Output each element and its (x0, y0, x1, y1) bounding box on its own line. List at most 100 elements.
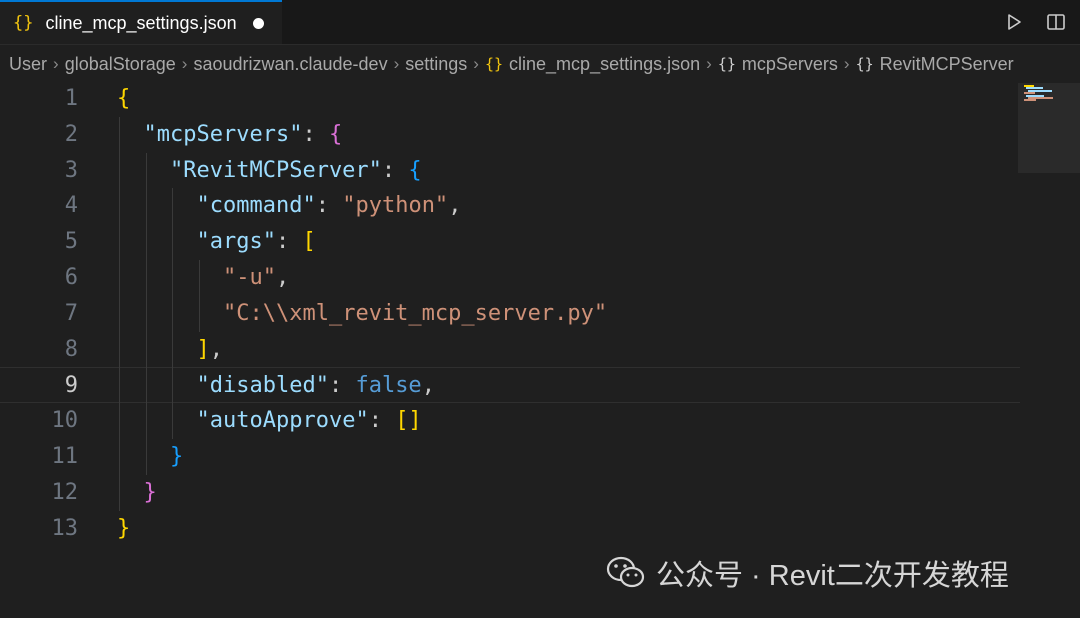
code-line[interactable]: 5 "args": [ (0, 224, 1020, 260)
code-line[interactable]: 6 "-u", (0, 260, 1020, 296)
breadcrumb: User › globalStorage › saoudrizwan.claude-de… (0, 45, 1080, 83)
code-text: "disabled": false, (197, 368, 435, 404)
code-line[interactable]: 11} (0, 439, 1020, 475)
code-line[interactable]: 3 "RevitMCPServer": { (0, 153, 1020, 189)
json-braces-icon: {} (484, 55, 504, 73)
line-number: 9 (64, 373, 78, 399)
code-line[interactable]: 10 "autoApprove": [] (0, 403, 1020, 439)
code-line[interactable]: 9 "disabled": false, (0, 367, 1020, 404)
code-line[interactable]: 1{ (0, 81, 1020, 117)
editor-actions (1000, 8, 1070, 36)
json-braces-icon: {} (855, 55, 874, 73)
indent-guide (119, 224, 120, 260)
code-token: , (448, 193, 462, 219)
breadcrumb-separator-icon: › (706, 54, 712, 73)
code-text: "command": "python", (197, 188, 462, 224)
indent-guide (119, 260, 120, 296)
code-token: "args" (196, 229, 276, 255)
code-text: } (117, 511, 130, 547)
code-token: , (275, 265, 290, 290)
line-number: 4 (64, 193, 78, 219)
code-token: ] (196, 336, 210, 362)
code-token: : (302, 121, 329, 147)
code-line[interactable]: 13} (0, 511, 1020, 547)
code-token: : (275, 229, 303, 255)
indent-guide (119, 188, 120, 225)
breadcrumb-item[interactable]: {} cline_mcp_settings.json (485, 54, 700, 75)
code-line[interactable]: 12} (0, 475, 1020, 511)
indent-guide (172, 188, 173, 225)
breadcrumb-item[interactable]: {} mcpServers (718, 54, 838, 75)
breadcrumb-item[interactable]: {} RevitMCPServer (856, 54, 1014, 75)
breadcrumb-separator-icon: › (53, 54, 59, 73)
breadcrumb-label: saoudrizwan.claude-dev (193, 53, 388, 74)
code-line[interactable]: 8], (0, 332, 1020, 368)
code-token: [] (395, 408, 422, 434)
json-braces-icon: {} (13, 13, 34, 33)
breadcrumb-label: cline_mcp_settings.json (509, 53, 701, 74)
indent-guide (172, 367, 173, 404)
code-token: , (209, 336, 223, 362)
code-line[interactable]: 7 "C:\\xml_revit_mcp_server.py" (0, 296, 1020, 332)
indent-guide (145, 439, 147, 475)
line-number: 13 (51, 515, 79, 541)
code-text: } (144, 475, 157, 511)
breadcrumb-separator-icon: › (393, 54, 400, 73)
indent-guide (119, 152, 120, 189)
json-braces-icon: {} (717, 55, 736, 73)
line-number: 1 (64, 86, 78, 111)
breadcrumb-item[interactable]: saoudrizwan.claude-dev (193, 54, 387, 75)
breadcrumb-label: RevitMCPServer (879, 53, 1014, 74)
unsaved-dot-icon[interactable] (252, 17, 264, 29)
line-number: 6 (64, 265, 78, 290)
indent-guide (119, 295, 120, 332)
code-token: "mcpServers" (143, 121, 303, 147)
minimap-line (1024, 99, 1036, 102)
breadcrumb-item[interactable]: settings (405, 54, 467, 75)
indent-guide (119, 367, 120, 404)
split-editor-icon[interactable] (1042, 8, 1070, 36)
code-text: { (117, 81, 130, 117)
code-token: : (315, 193, 343, 219)
code-token: "RevitMCPServer" (170, 157, 382, 183)
indent-guide (198, 260, 200, 296)
code-editor[interactable]: 1{2 "mcpServers": {3 "RevitMCPServer": {4 "… (0, 83, 1080, 618)
code-token: "-u" (223, 265, 276, 290)
code-text: "mcpServers": { (144, 117, 343, 153)
breadcrumb-separator-icon: › (473, 54, 479, 73)
code-text: "args": [ (197, 224, 316, 260)
indent-guide (145, 224, 147, 260)
code-token: { (408, 157, 422, 183)
code-token: } (143, 479, 157, 505)
indent-guide (119, 403, 120, 439)
watermark: 公众号 · Revit二次开发教程 (606, 552, 1009, 594)
breadcrumb-item[interactable]: globalStorage (65, 54, 176, 75)
code-token: : (328, 373, 356, 399)
tab-cline-mcp-settings[interactable]: {} cline_mcp_settings.json (0, 0, 282, 44)
run-icon[interactable] (1000, 8, 1028, 36)
code-token: } (170, 444, 184, 469)
code-token: false (355, 373, 422, 399)
breadcrumb-item[interactable]: User (9, 54, 47, 75)
code-token: [ (302, 229, 316, 255)
code-text: ], (197, 332, 224, 368)
code-line[interactable]: 4 "command": "python", (0, 188, 1020, 224)
line-number: 8 (64, 336, 78, 362)
code-token: "autoApprove" (196, 408, 369, 434)
indent-guide (172, 403, 173, 439)
minimap[interactable] (1018, 83, 1080, 173)
indent-guide (172, 224, 173, 260)
indent-guide (145, 188, 147, 225)
breadcrumb-label: mcpServers (741, 53, 838, 74)
breadcrumb-separator-icon: › (843, 54, 850, 73)
indent-guide (145, 152, 147, 189)
code-line[interactable]: 2 "mcpServers": { (0, 117, 1020, 153)
line-number: 11 (51, 444, 79, 469)
code-text: "RevitMCPServer": { (170, 153, 422, 189)
code-text: "-u", (223, 260, 289, 296)
code-token: { (117, 86, 131, 111)
indent-guide (145, 367, 147, 404)
code-token: } (117, 515, 131, 541)
code-text: "C:\\xml_revit_mcp_server.py" (223, 296, 607, 332)
line-number: 2 (64, 121, 78, 147)
